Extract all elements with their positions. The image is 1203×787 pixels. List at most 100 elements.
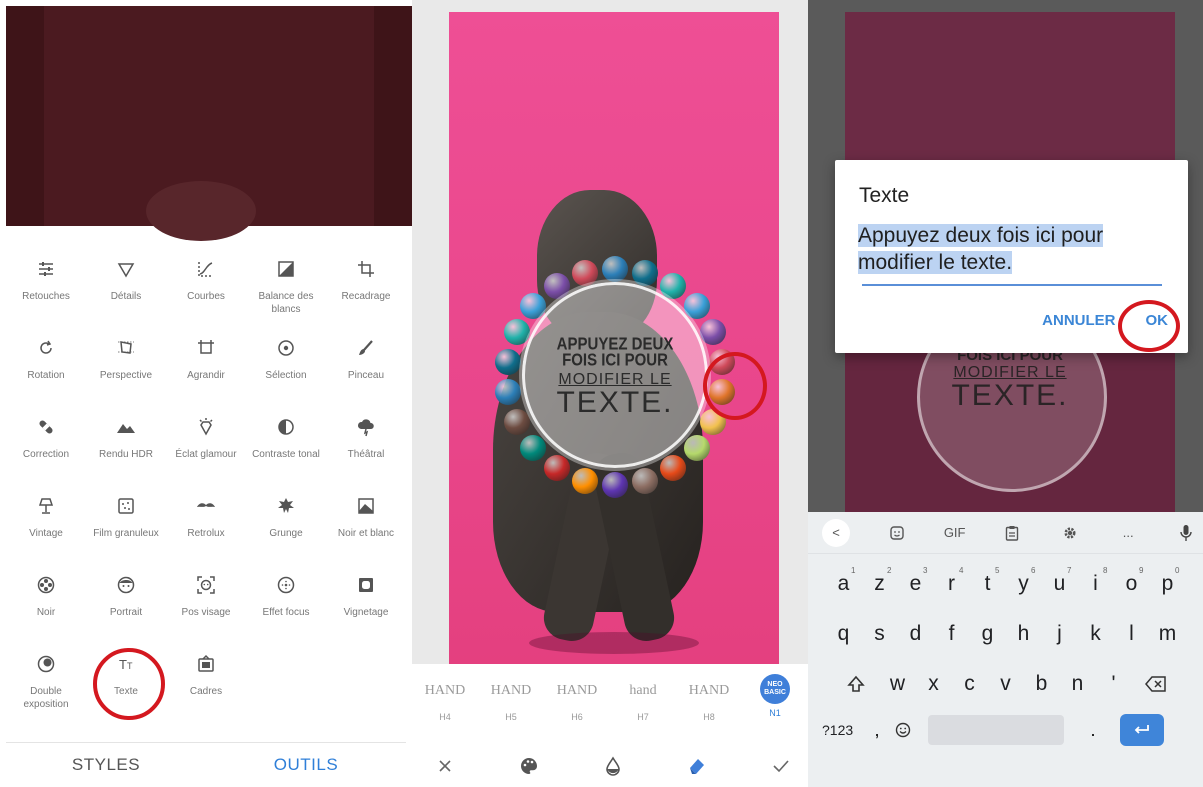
text-style-h5[interactable]: HAND H5	[483, 674, 539, 722]
input-underline	[862, 284, 1162, 286]
tool-film-reel[interactable]: Noir	[6, 560, 86, 639]
tab-styles[interactable]: STYLES	[6, 743, 206, 787]
key-w[interactable]: w	[880, 664, 916, 704]
opacity-drop-icon[interactable]	[600, 753, 626, 779]
tool-perspective[interactable]: Perspective	[86, 323, 166, 402]
key-f[interactable]: f	[934, 614, 970, 654]
key-q[interactable]: q	[826, 614, 862, 654]
annotation-circle-ok	[1118, 300, 1180, 352]
text-style-h8[interactable]: HAND H8	[681, 674, 737, 722]
expand-icon	[193, 335, 219, 361]
film-reel-icon	[33, 572, 59, 598]
more-icon[interactable]: ...	[1117, 525, 1139, 540]
tool-lamp[interactable]: Vintage	[6, 481, 86, 560]
key-d[interactable]: d	[898, 614, 934, 654]
invert-icon[interactable]	[684, 753, 710, 779]
tool-brush[interactable]: Pinceau	[326, 323, 406, 402]
text-style-h6[interactable]: HAND H6	[549, 674, 605, 722]
bead	[571, 260, 598, 287]
key-u[interactable]: u7	[1042, 564, 1078, 604]
key-z[interactable]: z2	[862, 564, 898, 604]
period-key[interactable]: .	[1082, 720, 1104, 741]
text-input-field[interactable]: Appuyez deux fois ici pour modifier le t…	[858, 222, 1163, 276]
key-char: i	[1093, 572, 1098, 595]
tool-double-circle[interactable]: Double exposition	[6, 639, 86, 718]
tool-target[interactable]: Sélection	[246, 323, 326, 402]
key-v[interactable]: v	[988, 664, 1024, 704]
tool-triangle-down[interactable]: Détails	[86, 244, 166, 323]
key-m[interactable]: m	[1150, 614, 1186, 654]
apply-check-icon[interactable]	[768, 753, 794, 779]
text-style-n1[interactable]: NEO BASIC N1	[747, 674, 803, 718]
tool-film[interactable]: Film granuleux	[86, 481, 166, 560]
tool-white-balance[interactable]: Balance des blancs	[246, 244, 326, 323]
key-b[interactable]: b	[1024, 664, 1060, 704]
key-y[interactable]: y6	[1006, 564, 1042, 604]
tool-cloud-bolt[interactable]: Théâtral	[326, 402, 406, 481]
tool-diamond[interactable]: Éclat glamour	[166, 402, 246, 481]
chevron-left-icon[interactable]: <	[822, 518, 850, 547]
gif-button[interactable]: GIF	[944, 525, 966, 540]
selected-text[interactable]: Appuyez deux fois ici pour modifier le t…	[858, 224, 1104, 274]
tool-curves[interactable]: Courbes	[166, 244, 246, 323]
key-p[interactable]: p0	[1150, 564, 1186, 604]
key-j[interactable]: j	[1042, 614, 1078, 654]
text-overlay[interactable]: APPUYEZ DEUX FOIS ICI POUR MODIFIER LE T…	[525, 335, 705, 418]
key-char: t	[984, 572, 991, 595]
tool-bandage[interactable]: Correction	[6, 402, 86, 481]
cancel-button[interactable]: ANNULER	[1042, 312, 1115, 329]
tool-face[interactable]: Portrait	[86, 560, 166, 639]
settings-gear-icon[interactable]	[1059, 525, 1081, 541]
tool-sliders[interactable]: Retouches	[6, 244, 86, 323]
microphone-icon[interactable]	[1175, 524, 1197, 542]
symbols-key[interactable]: ?123	[822, 722, 866, 738]
key-apostrophe[interactable]: '	[1096, 664, 1132, 704]
key-l[interactable]: l	[1114, 614, 1150, 654]
tab-outils[interactable]: OUTILS	[206, 743, 406, 787]
key-g[interactable]: g	[970, 614, 1006, 654]
text-style-h4[interactable]: HAND H4	[417, 674, 473, 722]
tool-bw-landscape[interactable]: Noir et blanc	[326, 481, 406, 560]
emoji-key[interactable]	[888, 722, 918, 738]
tool-mountains[interactable]: Rendu HDR	[86, 402, 166, 481]
tool-label: Portrait	[109, 607, 143, 618]
keyboard-row-1: a1z2e3r4t5y6u7i8o9p0	[808, 564, 1203, 604]
tool-rotate[interactable]: Rotation	[6, 323, 86, 402]
key-c[interactable]: c	[952, 664, 988, 704]
comma-key[interactable]: ,	[866, 720, 888, 741]
photo-canvas: APPUYEZ DEUX FOIS ICI POUR MODIFIER LE T…	[449, 12, 779, 664]
tool-expand[interactable]: Agrandir	[166, 323, 246, 402]
tool-vignette[interactable]: Vignetage	[326, 560, 406, 639]
backspace-icon[interactable]	[1132, 664, 1180, 704]
clipboard-icon[interactable]	[1001, 525, 1023, 541]
svg-text:T: T	[127, 661, 133, 671]
key-r[interactable]: r4	[934, 564, 970, 604]
text-style-h7[interactable]: hand H7	[615, 674, 671, 722]
key-x[interactable]: x	[916, 664, 952, 704]
sticker-icon[interactable]	[886, 525, 908, 541]
key-n[interactable]: n	[1060, 664, 1096, 704]
close-icon[interactable]	[432, 753, 458, 779]
tool-focus[interactable]: Effet focus	[246, 560, 326, 639]
tool-grunge[interactable]: Grunge	[246, 481, 326, 560]
shift-icon[interactable]	[832, 664, 880, 704]
tool-half-circle[interactable]: Contraste tonal	[246, 402, 326, 481]
key-h[interactable]: h	[1006, 614, 1042, 654]
tool-text[interactable]: TT Texte	[86, 639, 166, 718]
tool-mustache[interactable]: Retrolux	[166, 481, 246, 560]
key-e[interactable]: e3	[898, 564, 934, 604]
enter-key[interactable]	[1120, 714, 1164, 746]
key-t[interactable]: t5	[970, 564, 1006, 604]
tool-crop[interactable]: Recadrage	[326, 244, 406, 323]
text-overlay-badge[interactable]: APPUYEZ DEUX FOIS ICI POUR MODIFIER LE T…	[522, 282, 708, 468]
key-i[interactable]: i8	[1078, 564, 1114, 604]
brush-icon	[353, 335, 379, 361]
key-k[interactable]: k	[1078, 614, 1114, 654]
space-key[interactable]	[928, 715, 1064, 745]
key-o[interactable]: o9	[1114, 564, 1150, 604]
tool-face-frame[interactable]: Pos visage	[166, 560, 246, 639]
key-a[interactable]: a1	[826, 564, 862, 604]
palette-icon[interactable]	[516, 753, 542, 779]
tool-frame[interactable]: Cadres	[166, 639, 246, 718]
key-s[interactable]: s	[862, 614, 898, 654]
